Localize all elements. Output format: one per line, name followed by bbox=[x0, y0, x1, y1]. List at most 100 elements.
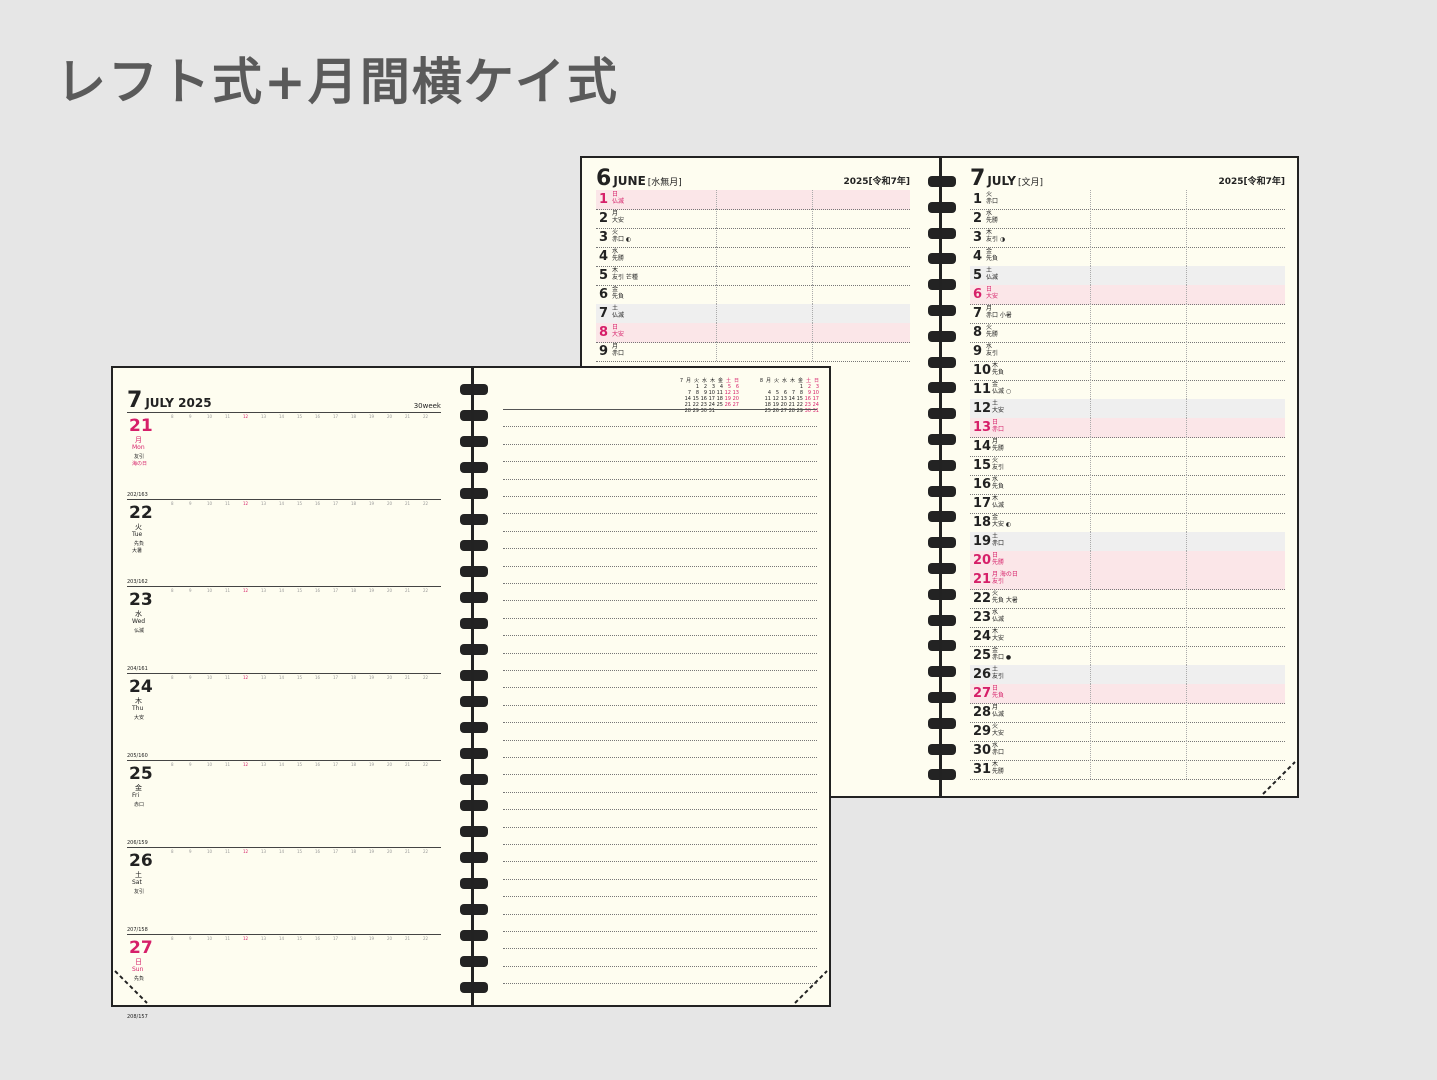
memo-line[interactable] bbox=[503, 565, 817, 567]
day-block[interactable]: 8 9 10 11 12 13 14 15 16 17 18 19 20 21 22 24 木 Thu 大安 205/… bbox=[127, 673, 441, 761]
day-row[interactable]: 11 金仏滅 ○ bbox=[970, 380, 1285, 400]
memo-line[interactable] bbox=[503, 947, 817, 950]
day-row[interactable]: 17 木仏滅 bbox=[970, 494, 1285, 514]
memo-line[interactable] bbox=[503, 495, 817, 497]
time-label: 8 bbox=[171, 588, 174, 593]
memo-line[interactable] bbox=[503, 773, 817, 776]
day-row[interactable]: 2 水先勝 bbox=[970, 209, 1285, 229]
day-row[interactable]: 6 金先負 bbox=[596, 285, 910, 305]
memo-line[interactable] bbox=[503, 478, 817, 480]
memo-line[interactable] bbox=[503, 860, 817, 863]
weekday-rokuyo: 月 海の日 友引 bbox=[992, 571, 1018, 585]
weekday: 土 bbox=[992, 666, 999, 673]
day-block[interactable]: 8 9 10 11 12 13 14 15 16 17 18 19 20 21 22 21 月 Mon 友引 海の日 2… bbox=[127, 412, 441, 500]
memo-line[interactable] bbox=[503, 965, 817, 967]
weekday: 金 bbox=[992, 381, 999, 388]
day-row[interactable]: 6 日大安 bbox=[970, 285, 1285, 305]
day-row[interactable]: 12 土大安 bbox=[970, 399, 1285, 419]
day-row[interactable]: 7 土仏滅 bbox=[596, 304, 910, 324]
day-row[interactable]: 3 火赤口 ◐ bbox=[596, 228, 910, 248]
column-divider bbox=[1186, 589, 1188, 608]
day-row[interactable]: 3 木友引 ◑ bbox=[970, 228, 1285, 248]
memo-line[interactable] bbox=[503, 582, 817, 584]
day-row[interactable]: 1 火赤口 bbox=[970, 190, 1285, 210]
weekday: 水 bbox=[992, 476, 999, 483]
memo-line[interactable] bbox=[503, 652, 817, 654]
day-row[interactable]: 8 火先勝 bbox=[970, 323, 1285, 343]
day-row[interactable]: 20 日先勝 bbox=[970, 551, 1285, 571]
day-block[interactable]: 8 9 10 11 12 13 14 15 16 17 18 19 20 21 22 23 水 Wed 仏滅 204/… bbox=[127, 586, 441, 674]
day-row[interactable]: 30 水赤口 bbox=[970, 741, 1285, 761]
day-block[interactable]: 8 9 10 11 12 13 14 15 16 17 18 19 20 21 22 22 火 Tue 先負 大暑 20… bbox=[127, 499, 441, 587]
binding-ring bbox=[453, 878, 495, 889]
day-row[interactable]: 4 金先負 bbox=[970, 247, 1285, 267]
memo-line[interactable] bbox=[503, 895, 817, 898]
day-row[interactable]: 15 火友引 bbox=[970, 456, 1285, 476]
memo-line[interactable] bbox=[503, 547, 817, 550]
day-row[interactable]: 18 金大安 ◐ bbox=[970, 513, 1285, 533]
memo-line[interactable] bbox=[503, 686, 817, 689]
memo-line[interactable] bbox=[503, 530, 817, 532]
day-row[interactable]: 31 木先勝 bbox=[970, 760, 1285, 780]
day-row[interactable]: 25 金赤口 ● bbox=[970, 646, 1285, 666]
day-row[interactable]: 8 日大安 bbox=[596, 323, 910, 343]
day-row[interactable]: 19 土赤口 bbox=[970, 532, 1285, 552]
memo-line[interactable] bbox=[503, 617, 817, 619]
column-divider bbox=[1186, 190, 1188, 209]
day-row[interactable]: 26 土友引 bbox=[970, 665, 1285, 685]
rokuyo: 先勝 bbox=[992, 559, 1005, 566]
day-block[interactable]: 8 9 10 11 12 13 14 15 16 17 18 19 20 21 22 27 日 Sun 先負 208/… bbox=[127, 934, 441, 1022]
day-row[interactable]: 4 水先勝 bbox=[596, 247, 910, 267]
day-row[interactable]: 1 日仏滅 bbox=[596, 190, 910, 210]
binding-ring bbox=[453, 722, 495, 733]
day-row[interactable]: 13 日赤口 bbox=[970, 418, 1285, 438]
day-row[interactable]: 9 水友引 bbox=[970, 342, 1285, 362]
column-divider bbox=[1186, 570, 1188, 589]
day-block[interactable]: 8 9 10 11 12 13 14 15 16 17 18 19 20 21 22 26 土 Sat 友引 207/… bbox=[127, 847, 441, 935]
day-number: 9 bbox=[599, 344, 609, 359]
binding-ring bbox=[453, 384, 495, 395]
day-row[interactable]: 5 土仏滅 bbox=[970, 266, 1285, 286]
day-row[interactable]: 7 月赤口 小暑 bbox=[970, 304, 1285, 324]
memo-line[interactable] bbox=[503, 512, 817, 515]
memo-line[interactable] bbox=[503, 930, 817, 932]
day-row[interactable]: 21 月 海の日 友引 bbox=[970, 570, 1285, 590]
day-row[interactable]: 24 木大安 bbox=[970, 627, 1285, 647]
day-row[interactable]: 16 水先負 bbox=[970, 475, 1285, 495]
day-row[interactable]: 28 月仏滅 bbox=[970, 703, 1285, 723]
memo-line[interactable] bbox=[503, 425, 817, 428]
day-row[interactable]: 10 木先負 bbox=[970, 361, 1285, 381]
memo-line[interactable] bbox=[503, 443, 817, 445]
day-block[interactable]: 8 9 10 11 12 13 14 15 16 17 18 19 20 21 22 25 金 Fri 赤口 206/… bbox=[127, 760, 441, 848]
memo-line[interactable] bbox=[503, 704, 817, 706]
day-row[interactable]: 14 月先勝 bbox=[970, 437, 1285, 457]
weekday-rokuyo: 水先勝 bbox=[986, 210, 998, 224]
day-row[interactable]: 23 水仏滅 bbox=[970, 608, 1285, 628]
day-row[interactable]: 5 木友引 芒種 bbox=[596, 266, 910, 286]
day-row[interactable]: 27 日先負 bbox=[970, 684, 1285, 704]
memo-line[interactable] bbox=[503, 669, 817, 671]
memo-line[interactable] bbox=[503, 791, 817, 793]
month-year: JULY 2025 bbox=[145, 396, 212, 410]
memo-line[interactable] bbox=[503, 878, 817, 880]
memo-line[interactable] bbox=[503, 913, 817, 915]
time-label: 14 bbox=[279, 849, 285, 854]
memo-line[interactable] bbox=[503, 826, 817, 828]
memo-line[interactable] bbox=[503, 460, 817, 463]
memo-line[interactable] bbox=[503, 808, 817, 811]
time-label: 9 bbox=[189, 414, 192, 419]
memo-line[interactable] bbox=[503, 599, 817, 602]
rokuyo: 赤口 ◐ bbox=[612, 236, 632, 243]
memo-line[interactable] bbox=[503, 756, 817, 758]
memo-line[interactable] bbox=[503, 982, 817, 985]
memo-line[interactable] bbox=[503, 843, 817, 845]
day-row[interactable]: 2 月大安 bbox=[596, 209, 910, 229]
weekday: 金 bbox=[992, 514, 999, 521]
day-row[interactable]: 9 月赤口 bbox=[596, 342, 910, 362]
memo-line[interactable] bbox=[503, 721, 817, 724]
day-row[interactable]: 22 火先負 大暑 bbox=[970, 589, 1285, 609]
day-row[interactable]: 29 火大安 bbox=[970, 722, 1285, 742]
memo-line[interactable] bbox=[503, 739, 817, 741]
memo-line[interactable] bbox=[503, 408, 817, 410]
memo-line[interactable] bbox=[503, 634, 817, 637]
